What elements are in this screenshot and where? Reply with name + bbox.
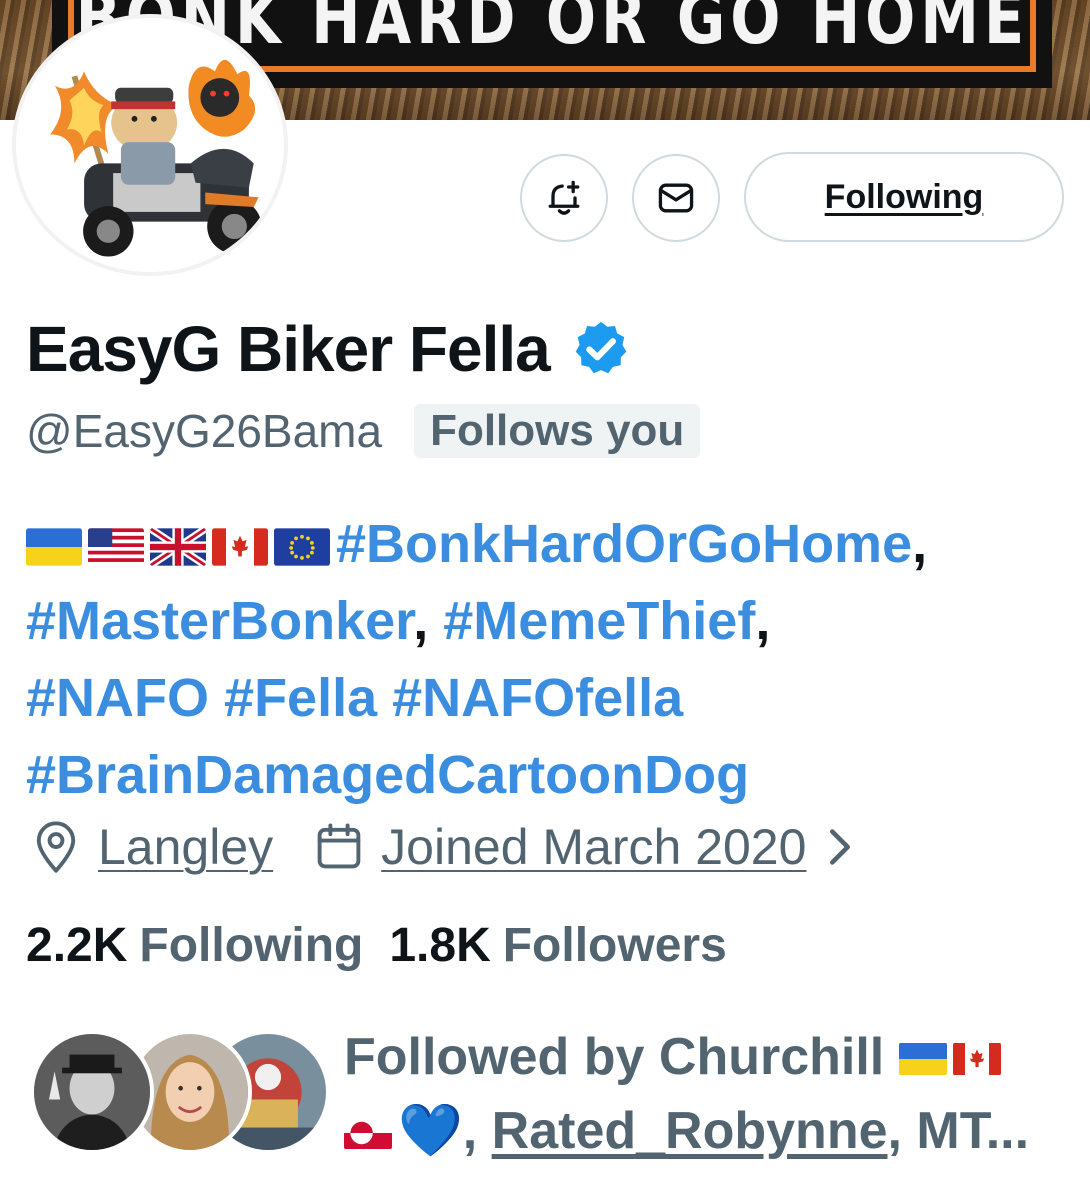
following-button[interactable]: Following (744, 152, 1064, 242)
avatar-image (16, 18, 284, 272)
calendar-icon (317, 823, 361, 869)
user-handle: @EasyG26Bama (26, 405, 383, 457)
notify-button[interactable] (520, 154, 608, 242)
follow-counts: 2.2K Following 1.8K Followers (26, 918, 753, 973)
follows-you-badge: Follows you (414, 404, 701, 458)
hashtag-link[interactable]: #MasterBonker (26, 591, 413, 651)
uk-flag-icon (150, 528, 206, 566)
profile-meta: Langley Joined March 2020 (30, 818, 860, 876)
chevron-right-icon[interactable] (820, 822, 860, 872)
hashtag-link[interactable]: #NAFOfella (392, 668, 683, 728)
handle-row: @EasyG26Bama Follows you (26, 404, 701, 458)
followed-by-avatars[interactable] (30, 1030, 330, 1154)
hashtag-link[interactable]: #Fella (224, 668, 377, 728)
verified-badge-icon[interactable] (570, 318, 632, 380)
eu-flag-icon (274, 528, 330, 566)
name-row: EasyG Biker Fella (26, 312, 632, 386)
following-count-link[interactable]: 2.2K Following (26, 918, 363, 973)
canada-flag-icon (952, 1042, 1001, 1076)
hashtag-link[interactable]: #BonkHardOrGoHome (336, 514, 912, 574)
hashtag-link[interactable]: #NAFO (26, 668, 209, 728)
hashtag-link[interactable]: #MemeThief (443, 591, 755, 651)
profile-avatar[interactable] (12, 14, 288, 276)
ukraine-flag-icon (26, 528, 82, 566)
hashtag-link[interactable]: #BrainDamagedCartoonDog (26, 745, 749, 805)
joined-date-link[interactable]: Joined March 2020 (381, 818, 806, 876)
followed-by-prefix: Followed by Churchill (344, 1028, 885, 1086)
avatar (30, 1030, 154, 1154)
follower-name-link[interactable]: Rated_Robynne (492, 1102, 888, 1160)
location-link[interactable]: Langley (98, 818, 273, 876)
profile-bio: #BonkHardOrGoHome, #MasterBonker, #MemeT… (26, 514, 928, 805)
location-pin-icon (36, 821, 76, 873)
greenland-flag-icon (344, 1116, 392, 1150)
canada-flag-icon (212, 528, 268, 566)
envelope-icon (658, 183, 694, 213)
message-button[interactable] (632, 154, 720, 242)
bell-plus-icon (548, 180, 580, 215)
blue-heart-icon: 💙 (398, 1102, 463, 1160)
followers-count-link[interactable]: 1.8K Followers (389, 918, 726, 973)
display-name: EasyG Biker Fella (26, 313, 551, 385)
followed-by-text[interactable]: Followed by Churchill 💙, Rated_Robynne, … (344, 1020, 1064, 1168)
usa-flag-icon (88, 528, 144, 566)
ukraine-flag-icon (898, 1042, 947, 1076)
